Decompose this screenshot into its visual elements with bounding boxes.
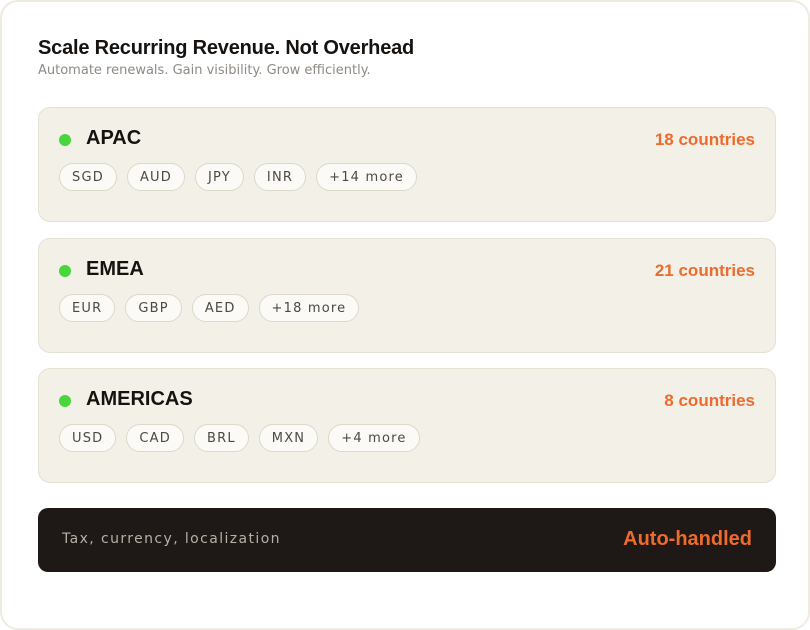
more-currencies-chip: +18 more xyxy=(258,294,360,322)
status-dot-icon xyxy=(59,395,71,407)
region-name: APAC xyxy=(86,127,142,149)
currency-chip: CAD xyxy=(126,424,184,452)
currency-chip: USD xyxy=(59,424,117,452)
card-title: Scale Recurring Revenue. Not Overhead xyxy=(38,37,415,59)
status-dot-icon xyxy=(59,134,71,146)
region-country-count: 21 countries xyxy=(654,261,755,280)
automation-status-bar: Tax, currency, localization Auto-handled xyxy=(38,508,776,572)
region-panel-americas: AMERICAS 8 countries USD CAD BRL MXN +4 … xyxy=(38,368,776,483)
feature-card: Scale Recurring Revenue. Not Overhead Au… xyxy=(0,0,810,630)
region-country-count: 8 countries xyxy=(664,391,755,410)
currency-chip: MXN xyxy=(258,424,319,452)
currency-chip: BRL xyxy=(193,424,249,452)
more-currencies-chip: +4 more xyxy=(328,424,420,452)
currency-chip: EUR xyxy=(59,294,116,322)
currency-chip: INR xyxy=(253,163,307,191)
currency-chip-list: EUR GBP AED +18 more xyxy=(59,294,360,322)
currency-chip: AED xyxy=(191,294,249,322)
currency-chip: AUD xyxy=(126,163,185,191)
currency-chip-list: USD CAD BRL MXN +4 more xyxy=(59,424,420,452)
region-panel-emea: EMEA 21 countries EUR GBP AED +18 more xyxy=(38,238,776,353)
currency-chip: GBP xyxy=(125,294,182,322)
card-subtitle: Automate renewals. Gain visibility. Grow… xyxy=(38,63,371,78)
more-currencies-chip: +14 more xyxy=(316,163,417,191)
region-panel-apac: APAC 18 countries SGD AUD JPY INR +14 mo… xyxy=(38,107,776,222)
currency-chip-list: SGD AUD JPY INR +14 more xyxy=(59,163,417,191)
automation-status: Auto-handled xyxy=(623,528,752,550)
currency-chip: SGD xyxy=(59,163,117,191)
automation-label: Tax, currency, localization xyxy=(62,531,281,547)
region-country-count: 18 countries xyxy=(654,130,755,149)
region-name: EMEA xyxy=(86,258,144,280)
status-dot-icon xyxy=(59,265,71,277)
currency-chip: JPY xyxy=(194,163,244,191)
region-name: AMERICAS xyxy=(86,388,193,410)
